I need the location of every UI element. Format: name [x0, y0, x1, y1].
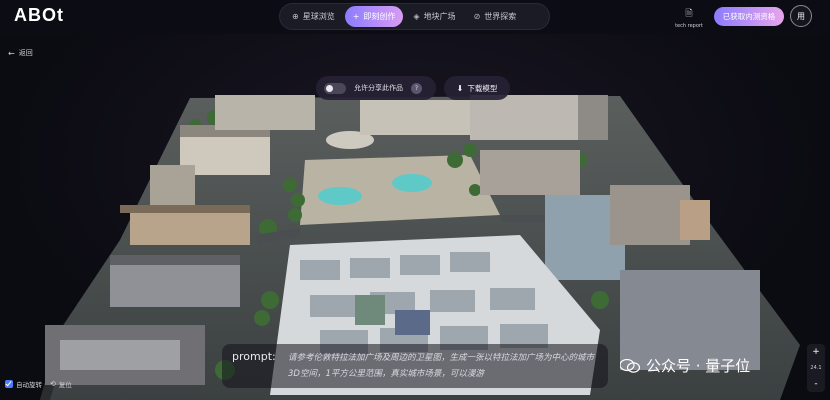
zoom-out-button[interactable]: - — [814, 379, 817, 389]
share-label: 允许分享此作品 — [354, 84, 403, 92]
nav-item-land-square[interactable]: ◈ 地块广场 — [405, 6, 463, 27]
fountain-left — [318, 187, 362, 205]
watermark-text: 公众号 · 量子位 — [646, 357, 751, 375]
share-toggle-panel: 允许分享此作品 ? — [316, 76, 436, 100]
city-3d-viewport[interactable] — [0, 0, 830, 400]
prompt-panel: prompt: 请参考伦敦特拉法加广场及周边的卫星图，生成一张以特拉法加广场为中… — [222, 344, 608, 388]
tech-report-link[interactable]: 🗎 tech report — [672, 6, 706, 29]
prompt-text: 请参考伦敦特拉法加广场及周边的卫星图，生成一张以特拉法加广场为中心的城市3D空间… — [288, 353, 595, 379]
arrow-left-icon: ← — [8, 48, 15, 58]
view-controls: 自动旋转 ⟲ 复位 — [5, 379, 72, 389]
zoom-level: 24.1 — [810, 365, 822, 371]
main-nav: ⊕ 星球浏览 + 即刻创作 ◈ 地块广场 ⊘ 世界探索 — [279, 3, 550, 30]
user-avatar[interactable]: 用 — [790, 5, 812, 27]
city-model — [40, 95, 800, 400]
prompt-label: prompt: — [232, 350, 276, 363]
top-bar: ABOt ⊕ 星球浏览 + 即刻创作 ◈ 地块广场 ⊘ 世界探索 🗎 tech … — [0, 0, 830, 34]
compass-icon: ⊘ — [473, 12, 481, 21]
nav-item-label: 世界探索 — [484, 12, 517, 21]
wechat-icon — [619, 358, 641, 373]
auto-rotate-checkbox[interactable] — [5, 380, 13, 388]
nav-item-label: 地块广场 — [423, 12, 456, 21]
download-icon: ⬇ — [456, 83, 464, 93]
zoom-controls: + 24.1 - — [807, 344, 825, 392]
plus-icon: + — [352, 12, 360, 21]
download-model-button[interactable]: ⬇ 下载模型 — [444, 76, 510, 100]
help-icon[interactable]: ? — [411, 82, 422, 94]
fountain-right — [392, 174, 432, 192]
nav-item-planet-browse[interactable]: ⊕ 星球浏览 — [284, 6, 343, 27]
zoom-in-button[interactable]: + — [812, 347, 820, 357]
app-logo[interactable]: ABOt — [14, 5, 64, 26]
globe-icon: ⊕ — [292, 12, 299, 21]
download-label: 下载模型 — [467, 83, 498, 93]
nav-item-label: 即刻创作 — [363, 12, 396, 21]
reset-label[interactable]: 复位 — [59, 379, 72, 389]
document-icon: 🗎 — [685, 9, 693, 19]
tech-report-label: tech report — [675, 23, 703, 29]
watermark: 公众号 · 量子位 — [619, 355, 751, 376]
back-button[interactable]: ← 返回 — [8, 48, 33, 58]
share-toggle[interactable] — [324, 82, 346, 94]
auto-rotate-label: 自动旋转 — [16, 381, 42, 389]
nav-item-world-explore[interactable]: ⊘ 世界探索 — [466, 6, 525, 27]
reset-icon[interactable]: ⟲ — [50, 380, 56, 388]
nav-item-create[interactable]: + 即刻创作 — [344, 6, 404, 27]
back-label: 返回 — [18, 49, 33, 57]
layers-icon: ◈ — [413, 12, 420, 21]
beta-access-button[interactable]: 已获取内测资格 — [714, 7, 784, 26]
nav-item-label: 星球浏览 — [302, 12, 335, 21]
